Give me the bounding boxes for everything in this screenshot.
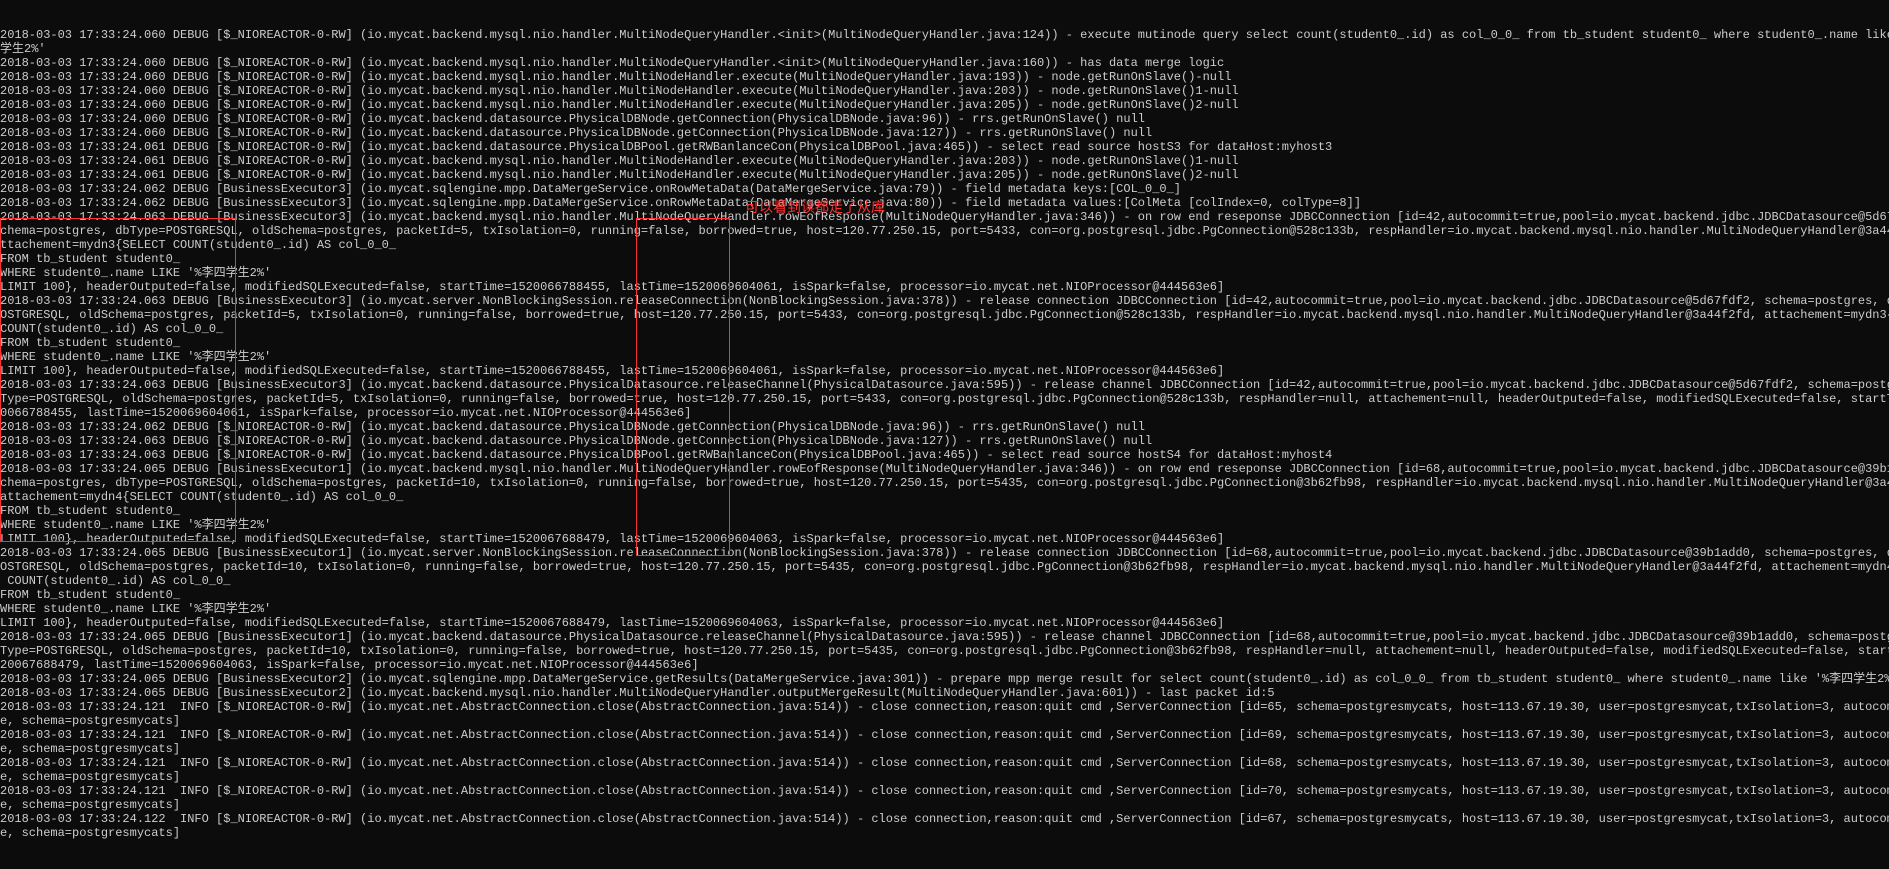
log-line: e, schema=postgresmycats]: [0, 798, 1889, 812]
log-line: 2018-03-03 17:33:24.063 DEBUG [$_NIOREAC…: [0, 434, 1889, 448]
log-line: 2018-03-03 17:33:24.060 DEBUG [$_NIOREAC…: [0, 84, 1889, 98]
log-line: 2018-03-03 17:33:24.062 DEBUG [$_NIOREAC…: [0, 420, 1889, 434]
log-line: 2018-03-03 17:33:24.062 DEBUG [BusinessE…: [0, 182, 1889, 196]
log-line: e, schema=postgresmycats]: [0, 742, 1889, 756]
log-line: 2018-03-03 17:33:24.063 DEBUG [BusinessE…: [0, 378, 1889, 392]
log-line: e, schema=postgresmycats]: [0, 770, 1889, 784]
log-line: 0066788455, lastTime=1520069604061, isSp…: [0, 406, 1889, 420]
log-line: 20067688479, lastTime=1520069604063, isS…: [0, 658, 1889, 672]
log-line: 2018-03-03 17:33:24.060 DEBUG [$_NIOREAC…: [0, 98, 1889, 112]
log-line: 2018-03-03 17:33:24.065 DEBUG [BusinessE…: [0, 672, 1889, 686]
log-line: LIMIT 100}, headerOutputed=false, modifi…: [0, 532, 1889, 546]
log-line: COUNT(student0_.id) AS col_0_0_: [0, 574, 1889, 588]
log-line: 2018-03-03 17:33:24.060 DEBUG [$_NIOREAC…: [0, 28, 1889, 42]
log-line: 2018-03-03 17:33:24.121 INFO [$_NIOREACT…: [0, 756, 1889, 770]
log-line: 2018-03-03 17:33:24.065 DEBUG [BusinessE…: [0, 462, 1889, 476]
log-line: e, schema=postgresmycats]: [0, 714, 1889, 728]
log-line: FROM tb_student student0_: [0, 588, 1889, 602]
log-line: 2018-03-03 17:33:24.060 DEBUG [$_NIOREAC…: [0, 112, 1889, 126]
log-line: 2018-03-03 17:33:24.060 DEBUG [$_NIOREAC…: [0, 126, 1889, 140]
log-line: chema=postgres, dbType=POSTGRESQL, oldSc…: [0, 224, 1889, 238]
log-line: 2018-03-03 17:33:24.065 DEBUG [BusinessE…: [0, 546, 1889, 560]
log-line: Type=POSTGRESQL, oldSchema=postgres, pac…: [0, 392, 1889, 406]
log-line: 2018-03-03 17:33:24.060 DEBUG [$_NIOREAC…: [0, 70, 1889, 84]
log-viewport: 2018-03-03 17:33:24.060 DEBUG [$_NIOREAC…: [0, 0, 1889, 869]
log-line: 2018-03-03 17:33:24.063 DEBUG [$_NIOREAC…: [0, 448, 1889, 462]
log-body: 2018-03-03 17:33:24.060 DEBUG [$_NIOREAC…: [0, 28, 1889, 840]
log-line: OSTGRESQL, oldSchema=postgres, packetId=…: [0, 308, 1889, 322]
log-line: 2018-03-03 17:33:24.121 INFO [$_NIOREACT…: [0, 784, 1889, 798]
log-line: ttachement=mydn3{SELECT COUNT(student0_.…: [0, 238, 1889, 252]
log-line: WHERE student0_.name LIKE '%李四学生2%': [0, 518, 1889, 532]
log-line: 2018-03-03 17:33:24.063 DEBUG [BusinessE…: [0, 210, 1889, 224]
log-line: attachement=mydn4{SELECT COUNT(student0_…: [0, 490, 1889, 504]
log-line: LIMIT 100}, headerOutputed=false, modifi…: [0, 364, 1889, 378]
log-line: 学生2%': [0, 42, 1889, 56]
log-line: 2018-03-03 17:33:24.065 DEBUG [BusinessE…: [0, 630, 1889, 644]
log-line: OSTGRESQL, oldSchema=postgres, packetId=…: [0, 560, 1889, 574]
log-line: LIMIT 100}, headerOutputed=false, modifi…: [0, 280, 1889, 294]
log-line: 2018-03-03 17:33:24.060 DEBUG [$_NIOREAC…: [0, 56, 1889, 70]
log-line: 2018-03-03 17:33:24.121 INFO [$_NIOREACT…: [0, 700, 1889, 714]
log-line: 2018-03-03 17:33:24.061 DEBUG [$_NIOREAC…: [0, 168, 1889, 182]
log-line: e, schema=postgresmycats]: [0, 826, 1889, 840]
log-line: WHERE student0_.name LIKE '%李四学生2%': [0, 266, 1889, 280]
log-line: WHERE student0_.name LIKE '%李四学生2%': [0, 602, 1889, 616]
log-line: COUNT(student0_.id) AS col_0_0_: [0, 322, 1889, 336]
log-line: 2018-03-03 17:33:24.122 INFO [$_NIOREACT…: [0, 812, 1889, 826]
log-line: 2018-03-03 17:33:24.061 DEBUG [$_NIOREAC…: [0, 140, 1889, 154]
log-line: WHERE student0_.name LIKE '%李四学生2%': [0, 350, 1889, 364]
log-line: 2018-03-03 17:33:24.063 DEBUG [BusinessE…: [0, 294, 1889, 308]
log-line: 2018-03-03 17:33:24.065 DEBUG [BusinessE…: [0, 686, 1889, 700]
log-line: Type=POSTGRESQL, oldSchema=postgres, pac…: [0, 644, 1889, 658]
log-line: FROM tb_student student0_: [0, 252, 1889, 266]
log-line: FROM tb_student student0_: [0, 336, 1889, 350]
log-line: 2018-03-03 17:33:24.121 INFO [$_NIOREACT…: [0, 728, 1889, 742]
log-line: LIMIT 100}, headerOutputed=false, modifi…: [0, 616, 1889, 630]
log-line: FROM tb_student student0_: [0, 504, 1889, 518]
log-line: chema=postgres, dbType=POSTGRESQL, oldSc…: [0, 476, 1889, 490]
log-line: 2018-03-03 17:33:24.061 DEBUG [$_NIOREAC…: [0, 154, 1889, 168]
log-line: 2018-03-03 17:33:24.062 DEBUG [BusinessE…: [0, 196, 1889, 210]
